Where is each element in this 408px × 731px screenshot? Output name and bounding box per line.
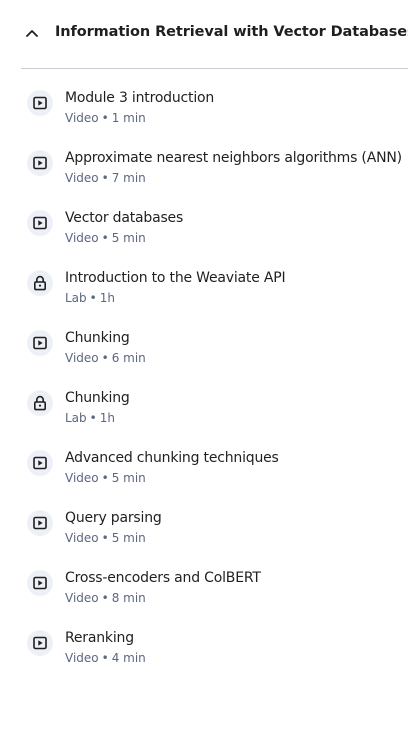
item-type: Lab [65, 291, 87, 305]
play-video-icon [27, 450, 53, 476]
item-title[interactable]: Module 3 introduction [65, 88, 400, 108]
meta-separator: • [89, 411, 97, 425]
item-text: Cross-encoders and ColBERT Video • 8 min [65, 568, 400, 606]
item-title[interactable]: Advanced chunking techniques [65, 448, 400, 468]
meta-separator: • [101, 111, 109, 125]
item-text: Introduction to the Weaviate API Lab • 1h [65, 268, 400, 306]
module-item[interactable]: Module 3 introduction Video • 1 min [0, 88, 408, 148]
item-meta: Video • 4 min [65, 650, 400, 666]
item-text: Query parsing Video • 5 min [65, 508, 400, 546]
module-header-toggle[interactable]: Information Retrieval with Vector Databa… [20, 22, 408, 60]
item-type: Video [65, 351, 99, 365]
item-meta: Lab • 1h [65, 290, 400, 306]
module-item[interactable]: Vector databases Video • 5 min [0, 208, 408, 268]
meta-separator: • [101, 591, 109, 605]
meta-separator: • [101, 531, 109, 545]
item-duration: 5 min [111, 531, 146, 545]
play-video-icon [27, 510, 53, 536]
item-text: Module 3 introduction Video • 1 min [65, 88, 400, 126]
item-type: Video [65, 171, 99, 185]
item-meta: Video • 7 min [65, 170, 400, 186]
module-item[interactable]: Chunking Video • 6 min [0, 328, 408, 388]
item-title[interactable]: Chunking [65, 328, 400, 348]
module-item[interactable]: Chunking Lab • 1h [0, 388, 408, 448]
item-duration: 8 min [111, 591, 146, 605]
item-title[interactable]: Introduction to the Weaviate API [65, 268, 400, 288]
item-text: Advanced chunking techniques Video • 5 min [65, 448, 400, 486]
item-type: Video [65, 591, 99, 605]
item-text: Chunking Lab • 1h [65, 388, 400, 426]
meta-separator: • [89, 291, 97, 305]
meta-separator: • [101, 651, 109, 665]
item-text: Vector databases Video • 5 min [65, 208, 400, 246]
meta-separator: • [101, 351, 109, 365]
item-duration: 1h [99, 411, 115, 425]
lock-icon [27, 270, 53, 296]
module-item[interactable]: Approximate nearest neighbors algorithms… [0, 148, 408, 208]
play-video-icon [27, 630, 53, 656]
item-text: Chunking Video • 6 min [65, 328, 400, 366]
item-title[interactable]: Reranking [65, 628, 400, 648]
item-meta: Video • 1 min [65, 110, 400, 126]
meta-separator: • [101, 231, 109, 245]
item-duration: 7 min [111, 171, 146, 185]
item-title[interactable]: Chunking [65, 388, 400, 408]
item-title[interactable]: Cross-encoders and ColBERT [65, 568, 400, 588]
item-type: Lab [65, 411, 87, 425]
lock-icon [27, 390, 53, 416]
item-type: Video [65, 231, 99, 245]
item-title[interactable]: Query parsing [65, 508, 400, 528]
chevron-up-icon[interactable] [26, 26, 38, 40]
item-title[interactable]: Vector databases [65, 208, 400, 228]
play-video-icon [27, 90, 53, 116]
item-meta: Video • 5 min [65, 530, 400, 546]
module-item[interactable]: Introduction to the Weaviate API Lab • 1h [0, 268, 408, 328]
item-type: Video [65, 111, 99, 125]
item-meta: Video • 5 min [65, 470, 400, 486]
item-duration: 1 min [111, 111, 146, 125]
item-meta: Video • 8 min [65, 590, 400, 606]
module-item[interactable]: Reranking Video • 4 min [0, 628, 408, 688]
play-video-icon [27, 570, 53, 596]
item-title[interactable]: Approximate nearest neighbors algorithms… [65, 148, 402, 168]
item-duration: 4 min [111, 651, 146, 665]
item-duration: 5 min [111, 471, 146, 485]
item-text: Reranking Video • 4 min [65, 628, 400, 666]
item-duration: 6 min [111, 351, 146, 365]
header-divider [21, 68, 408, 69]
item-type: Video [65, 471, 99, 485]
module-item-list: Module 3 introduction Video • 1 min Approxim… [0, 88, 408, 688]
item-type: Video [65, 531, 99, 545]
meta-separator: • [101, 471, 109, 485]
item-text: Approximate nearest neighbors algorithms… [65, 148, 402, 186]
item-meta: Video • 6 min [65, 350, 400, 366]
play-video-icon [27, 150, 53, 176]
item-duration: 1h [99, 291, 115, 305]
play-video-icon [27, 330, 53, 356]
play-video-icon [27, 210, 53, 236]
module-item[interactable]: Query parsing Video • 5 min [0, 508, 408, 568]
module-title: Information Retrieval with Vector Databa… [55, 24, 408, 40]
item-meta: Lab • 1h [65, 410, 400, 426]
module-item[interactable]: Advanced chunking techniques Video • 5 min [0, 448, 408, 508]
module-item[interactable]: Cross-encoders and ColBERT Video • 8 min [0, 568, 408, 628]
item-meta: Video • 5 min [65, 230, 400, 246]
item-type: Video [65, 651, 99, 665]
item-duration: 5 min [111, 231, 146, 245]
meta-separator: • [101, 171, 109, 185]
